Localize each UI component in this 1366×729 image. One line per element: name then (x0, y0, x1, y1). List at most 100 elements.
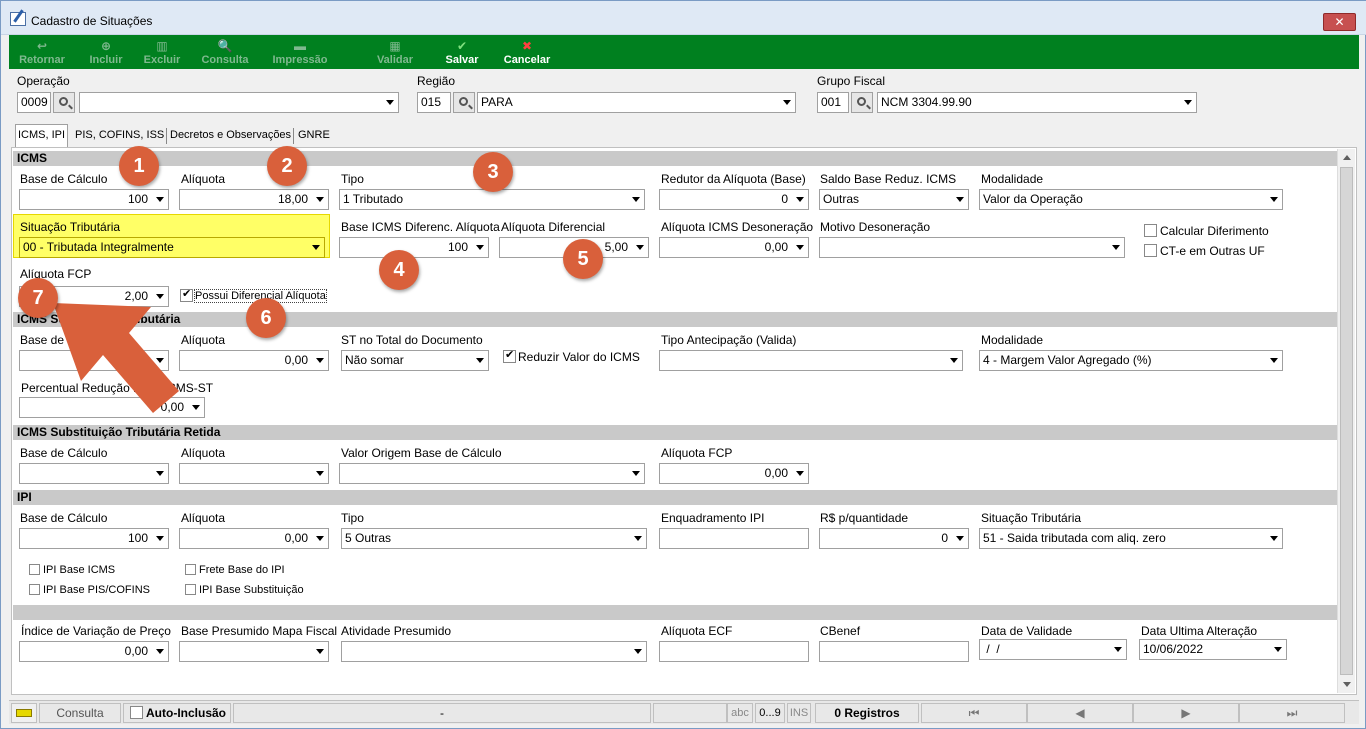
scroll-thumb[interactable] (1340, 167, 1353, 675)
incluir-button[interactable]: ⊕ Incluir (85, 39, 127, 67)
ipi-tipo-select[interactable]: 5 Outras (341, 528, 647, 549)
situacao-tributaria-select[interactable]: 00 - Tributada Integralmente (19, 237, 325, 258)
atividade-select[interactable] (341, 641, 647, 662)
ipi-base-pis-checkbox[interactable] (29, 584, 40, 595)
icms-modalidade-label: Modalidade (981, 172, 1044, 186)
title-bar: Cadastro de Situações ✕ (1, 1, 1366, 35)
aliq-ecf-input[interactable] (659, 641, 809, 662)
consulta-status-button[interactable]: Consulta (39, 703, 121, 723)
section-icms: ICMS (13, 151, 1337, 166)
consulta-button[interactable]: 🔍 Consulta (199, 39, 251, 67)
retida-aliq-fcp-select[interactable]: 0,00 (659, 463, 809, 484)
cbenef-input[interactable] (819, 641, 969, 662)
auto-inclusao-checkbox[interactable] (130, 706, 143, 719)
cte-outras-uf-checkbox[interactable] (1144, 244, 1157, 257)
reduzir-icms-checkbox[interactable] (503, 348, 516, 363)
chevron-down-icon (1270, 536, 1278, 541)
icms-tipo-select[interactable]: 1 Tributado (339, 189, 645, 210)
chevron-down-icon (156, 358, 164, 363)
ipi-base-calculo-select[interactable]: 100 (19, 528, 169, 549)
base-difer-select[interactable]: 100 (339, 237, 489, 258)
grupo-fiscal-search-button[interactable] (851, 92, 873, 113)
tab-pis-cofins-iss[interactable]: PIS, COFINS, ISS (73, 125, 166, 146)
add-icon: ⊕ (100, 39, 112, 53)
perc-reducao-select[interactable]: 0,00 (19, 397, 205, 418)
icms-base-calculo-label: Base de Cálculo (20, 172, 108, 186)
tab-decretos-observacoes[interactable]: Decretos e Observações (168, 125, 293, 146)
nav-prev-button[interactable]: ◀ (1027, 703, 1133, 723)
enquadramento-label: Enquadramento IPI (661, 511, 765, 525)
chevron-down-icon (783, 100, 791, 105)
retida-aliquota-select[interactable] (179, 463, 329, 484)
close-button[interactable]: ✕ (1323, 13, 1356, 31)
motivo-deson-select[interactable] (819, 237, 1125, 258)
ipi-aliquota-select[interactable]: 0,00 (179, 528, 329, 549)
data-ultima-select[interactable]: 10/06/2022 (1139, 639, 1287, 660)
aliq-deson-select[interactable]: 0,00 (659, 237, 809, 258)
rs-qtd-select[interactable]: 0 (819, 528, 969, 549)
ipi-situacao-select[interactable]: 51 - Saida tributada com aliq. zero (979, 528, 1283, 549)
excluir-button[interactable]: ▥ Excluir (141, 39, 183, 67)
redutor-select[interactable]: 0 (659, 189, 809, 210)
folder-icon (16, 709, 32, 717)
regiao-code-input[interactable]: 015 (417, 92, 451, 113)
nav-first-button[interactable]: ⏮ (921, 703, 1027, 723)
retida-aliq-fcp-label: Alíquota FCP (661, 446, 733, 460)
impressao-button[interactable]: ▬ Impressão (267, 39, 333, 67)
frete-base-ipi-checkbox[interactable] (185, 564, 196, 575)
regiao-search-button[interactable] (453, 92, 475, 113)
data-validade-label: Data de Validade (981, 624, 1073, 638)
cbenef-label: CBenef (820, 624, 861, 638)
st-base-calculo-select[interactable]: 0 (19, 350, 169, 371)
status-ins: INS (787, 703, 811, 723)
aliq-difer-label: Alíquota Diferencial (501, 220, 606, 234)
regiao-desc-select[interactable]: PARA (477, 92, 796, 113)
nav-next-button[interactable]: ▶ (1133, 703, 1239, 723)
tab-icms-ipi[interactable]: ICMS, IPI (15, 124, 69, 147)
grupo-fiscal-desc-select[interactable]: NCM 3304.99.90 (877, 92, 1197, 113)
st-total-select[interactable]: Não somar (341, 350, 489, 371)
possui-diferencial-checkbox[interactable] (180, 287, 193, 302)
checkmark-icon: ✔ (456, 39, 468, 53)
window-title: Cadastro de Situações (31, 14, 153, 28)
validar-button[interactable]: ▦ Validar (373, 39, 417, 67)
chevron-down-icon (636, 245, 644, 250)
retornar-button[interactable]: ↩ Retornar (15, 39, 69, 67)
salvar-button[interactable]: ✔ Salvar (439, 39, 485, 67)
data-validade-select[interactable]: / / (979, 639, 1127, 660)
calcular-diferimento-checkbox[interactable] (1144, 224, 1157, 237)
valor-origem-select[interactable] (339, 463, 645, 484)
search-icon: 🔍 (217, 39, 233, 53)
saldo-base-select[interactable]: Outras (819, 189, 969, 210)
icms-base-calculo-select[interactable]: 100 (19, 189, 169, 210)
retida-base-calculo-select[interactable] (19, 463, 169, 484)
st-aliquota-select[interactable]: 0,00 (179, 350, 329, 371)
chevron-down-icon (632, 197, 640, 202)
chevron-down-icon (312, 245, 320, 250)
icms-tipo-label: Tipo (341, 172, 364, 186)
ipi-base-icms-checkbox[interactable] (29, 564, 40, 575)
chevron-down-icon (316, 197, 324, 202)
indice-select[interactable]: 0,00 (19, 641, 169, 662)
icms-modalidade-select[interactable]: Valor da Operação (979, 189, 1283, 210)
operacao-search-button[interactable] (53, 92, 75, 113)
grupo-fiscal-code-input[interactable]: 001 (817, 92, 849, 113)
nav-last-button[interactable]: ⏭ (1239, 703, 1345, 723)
operacao-code-input[interactable]: 0009 (17, 92, 51, 113)
scroll-down-icon[interactable] (1343, 682, 1351, 687)
base-presumido-select[interactable] (179, 641, 329, 662)
vertical-scrollbar[interactable] (1337, 149, 1355, 693)
chevron-down-icon (316, 536, 324, 541)
ipi-aliquota-label: Alíquota (181, 511, 226, 525)
scroll-up-icon[interactable] (1343, 155, 1351, 160)
reduzir-icms-label: Reduzir Valor do ICMS (518, 350, 640, 364)
st-modalidade-select[interactable]: 4 - Margem Valor Agregado (%) (979, 350, 1283, 371)
enquadramento-input[interactable] (659, 528, 809, 549)
cancelar-button[interactable]: ✖ Cancelar (499, 39, 555, 67)
ipi-base-subst-checkbox[interactable] (185, 584, 196, 595)
chevron-down-icon (1270, 197, 1278, 202)
operacao-desc-select[interactable] (79, 92, 399, 113)
icms-aliquota-select[interactable]: 18,00 (179, 189, 329, 210)
tab-gnre[interactable]: GNRE (296, 125, 332, 146)
tipo-antecipacao-select[interactable] (659, 350, 963, 371)
